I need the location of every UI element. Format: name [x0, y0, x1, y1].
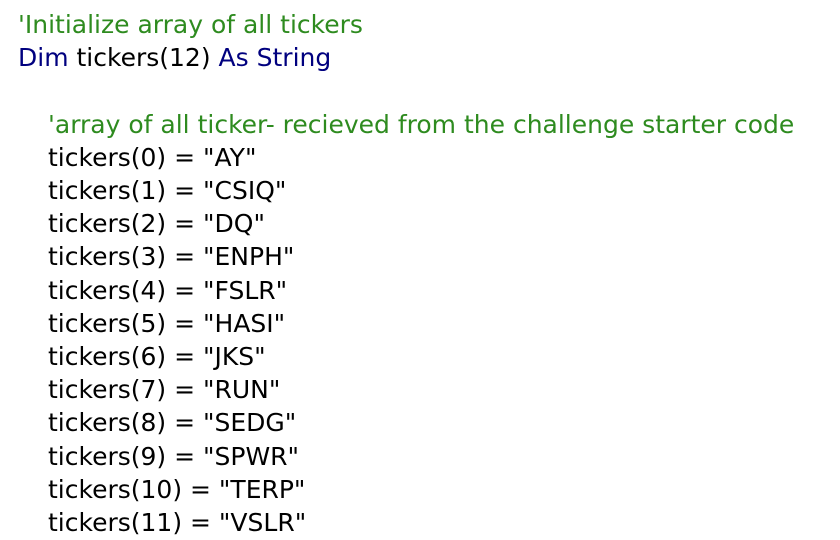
- code-line: tickers(1) = "CSIQ": [48, 176, 286, 206]
- code-line: 'Initialize array of all tickers: [18, 10, 363, 40]
- code-line: tickers(6) = "JKS": [48, 342, 266, 372]
- code-token-plain: tickers(6) = "JKS": [48, 342, 266, 371]
- code-token-keyword: As String: [218, 43, 332, 73]
- code-line: Dim tickers(12) As String: [18, 43, 331, 73]
- code-token-plain: tickers(7) = "RUN": [48, 375, 281, 405]
- code-token-plain: tickers(1) = "CSIQ": [48, 176, 287, 205]
- code-line: tickers(9) = "SPWR": [48, 442, 299, 472]
- code-token-keyword: Dim: [18, 43, 69, 73]
- code-token-comment: 'Initialize array of all tickers: [18, 10, 363, 39]
- code-line: tickers(2) = "DQ": [48, 209, 265, 239]
- code-token-plain: tickers(12): [68, 43, 219, 73]
- code-token-plain: tickers(3) = "ENPH": [48, 242, 295, 272]
- code-line: tickers(11) = "VSLR": [48, 508, 306, 538]
- code-token-plain: tickers(5) = "HASI": [48, 308, 286, 338]
- code-line: tickers(5) = "HASI": [48, 309, 285, 339]
- code-token-plain: tickers(10) = "TERP": [48, 474, 306, 504]
- code-token-plain: tickers(11) = "VSLR": [48, 508, 307, 537]
- code-token-comment: 'array of all ticker- recieved from the …: [48, 109, 795, 139]
- code-line: tickers(7) = "RUN": [48, 375, 280, 405]
- code-token-plain: tickers(8) = "SEDG": [48, 408, 297, 438]
- code-editor[interactable]: 'Initialize array of all tickers Dim tick…: [0, 0, 840, 540]
- code-line: tickers(0) = "AY": [48, 143, 256, 173]
- code-line: 'array of all ticker- recieved from the …: [48, 110, 794, 140]
- code-line: tickers(4) = "FSLR": [48, 276, 287, 306]
- code-token-plain: tickers(4) = "FSLR": [48, 275, 288, 305]
- code-line: tickers(8) = "SEDG": [48, 408, 296, 438]
- code-token-plain: tickers(0) = "AY": [48, 142, 257, 172]
- code-line: tickers(10) = "TERP": [48, 475, 305, 505]
- code-token-plain: tickers(2) = "DQ": [48, 209, 265, 239]
- code-token-plain: tickers(9) = "SPWR": [48, 441, 300, 471]
- code-line: tickers(3) = "ENPH": [48, 242, 294, 272]
